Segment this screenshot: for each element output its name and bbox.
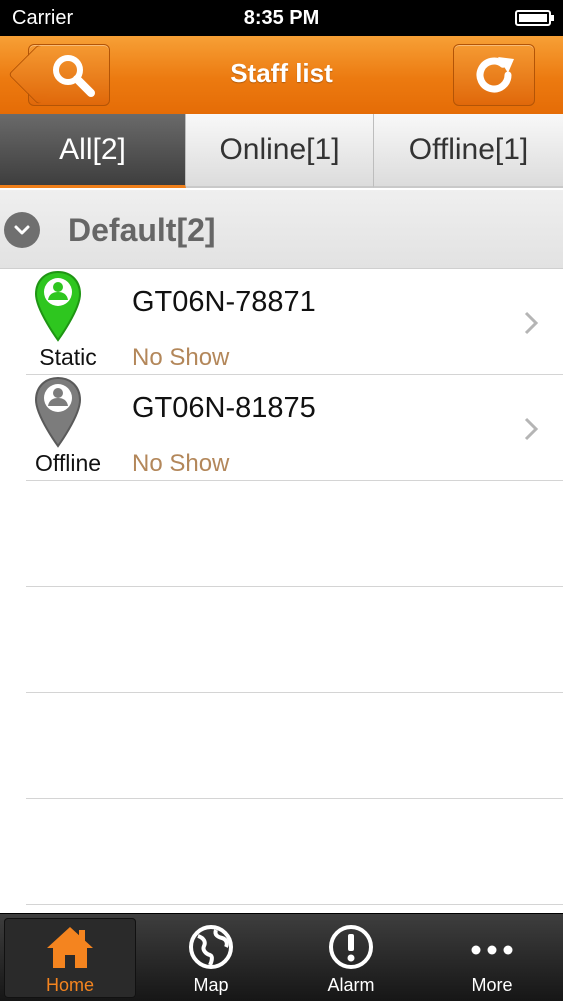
device-status: Static xyxy=(39,344,97,370)
chevron-down-icon[interactable] xyxy=(4,212,40,248)
location-pin-icon xyxy=(34,270,82,342)
chevron-right-icon xyxy=(524,311,539,335)
tab-alarm-label: Alarm xyxy=(327,975,375,995)
group-header[interactable]: Default[2] xyxy=(0,190,563,269)
tab-more[interactable]: More xyxy=(426,918,558,998)
list-item[interactable]: Static GT06N-78871 No Show xyxy=(0,268,563,374)
more-icon xyxy=(471,945,513,955)
alert-icon xyxy=(329,925,373,969)
refresh-button[interactable] xyxy=(453,44,535,106)
tab-all[interactable]: All[2] xyxy=(0,114,186,188)
divider xyxy=(26,480,563,481)
group-label: Default[2] xyxy=(68,212,216,248)
divider xyxy=(26,586,563,587)
search-icon xyxy=(53,55,95,97)
device-address: No Show xyxy=(132,344,230,371)
divider xyxy=(26,904,563,905)
tab-more-label: More xyxy=(471,975,513,995)
location-pin-icon xyxy=(34,376,82,448)
divider xyxy=(26,798,563,799)
device-name: GT06N-81875 xyxy=(132,392,316,424)
tab-home[interactable]: Home xyxy=(4,918,136,998)
tab-online[interactable]: Online[1] xyxy=(186,114,374,188)
tab-alarm[interactable]: Alarm xyxy=(285,918,417,998)
tab-offline[interactable]: Offline[1] xyxy=(374,114,563,188)
device-name: GT06N-78871 xyxy=(132,286,316,318)
refresh-icon xyxy=(476,57,514,93)
home-icon xyxy=(47,927,93,968)
divider xyxy=(26,692,563,693)
nav-bar: Staff list xyxy=(0,36,563,115)
filter-tabs: All[2] Online[1] Offline[1] xyxy=(0,114,563,190)
tab-map[interactable]: Map xyxy=(145,918,277,998)
device-status: Offline xyxy=(34,450,102,476)
tab-map-label: Map xyxy=(193,975,229,995)
battery-icon xyxy=(515,10,554,26)
list-item[interactable]: Offline GT06N-81875 No Show xyxy=(0,374,563,480)
chevron-right-icon xyxy=(524,417,539,441)
globe-icon xyxy=(189,925,233,969)
tab-home-label: Home xyxy=(45,975,94,995)
status-bar: Carrier 8:35 PM xyxy=(0,0,563,36)
bottom-tab-bar: Home Map Alarm More xyxy=(0,913,563,1001)
clock: 8:35 PM xyxy=(243,7,320,29)
device-address: No Show xyxy=(132,450,230,477)
